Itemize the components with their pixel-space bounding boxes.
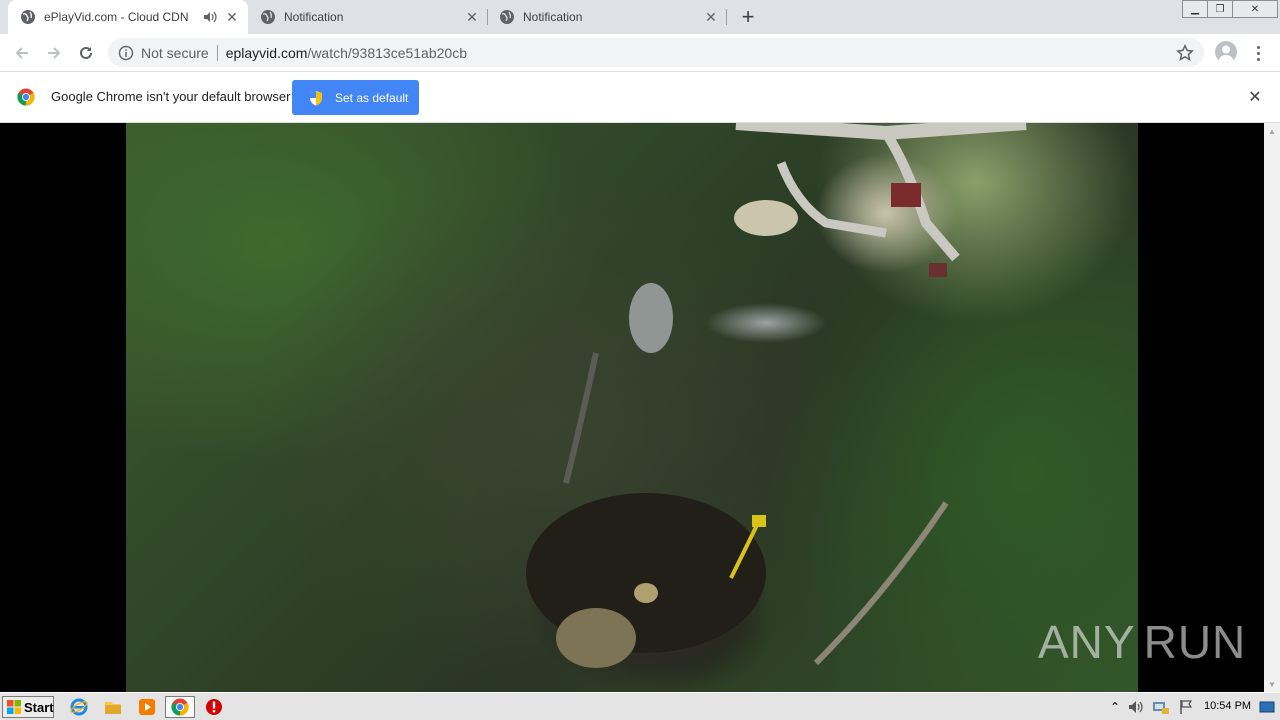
globe-icon — [499, 9, 515, 25]
tray-expand-icon[interactable]: ⌃ — [1108, 697, 1122, 717]
watermark-right-text: RUN — [1143, 616, 1247, 668]
set-as-default-label: Set as default — [335, 90, 409, 105]
globe-icon — [260, 9, 276, 25]
address-bar[interactable]: Not secure eplayvid.com/watch/93813ce51a… — [108, 38, 1204, 67]
windows-logo-icon — [6, 699, 22, 715]
forward-button[interactable] — [42, 41, 66, 65]
new-tab-button[interactable]: + — [736, 4, 760, 29]
reload-button[interactable] — [74, 41, 98, 65]
globe-icon — [20, 9, 36, 25]
internet-explorer-icon[interactable] — [68, 697, 90, 717]
scroll-up-icon[interactable]: ▲ — [1264, 123, 1280, 139]
info-icon[interactable] — [118, 45, 134, 61]
menu-dot — [1256, 51, 1260, 55]
minimize-button[interactable]: ▁ — [1182, 0, 1208, 18]
menu-button[interactable] — [1250, 41, 1266, 65]
opera-warning-icon[interactable] — [203, 697, 225, 717]
show-desktop-icon[interactable] — [1258, 697, 1276, 717]
media-player-icon[interactable] — [136, 697, 158, 717]
url-path: /watch/93813ce51ab20cb — [307, 44, 467, 61]
arrow-left-icon — [15, 47, 28, 59]
menu-dot — [1256, 57, 1260, 61]
aerial-landscape-image — [526, 123, 1027, 668]
close-icon[interactable]: ✕ — [703, 9, 719, 25]
profile-avatar[interactable] — [1215, 41, 1237, 63]
toolbar: Not secure eplayvid.com/watch/93813ce51a… — [0, 34, 1280, 72]
close-icon[interactable]: ✕ — [464, 9, 480, 25]
tab-title: Notification — [284, 10, 344, 24]
anyrun-watermark: ANY RUN — [1038, 610, 1245, 674]
security-label[interactable]: Not secure — [141, 45, 209, 61]
start-label: Start — [24, 699, 54, 715]
window-controls: ▁ ❐ ✕ — [1182, 0, 1278, 18]
video-player[interactable] — [126, 123, 1138, 692]
page-content: ANY RUN — [0, 123, 1264, 692]
uac-shield-icon — [309, 90, 323, 106]
arrow-right-icon — [48, 47, 61, 59]
page-scrollbar[interactable]: ▲ ▼ — [1264, 123, 1280, 692]
speaker-icon[interactable] — [202, 9, 218, 25]
scroll-down-icon[interactable]: ▼ — [1264, 676, 1280, 692]
windows-taskbar: Start ⌃ 10:54 PM — [0, 692, 1280, 720]
network-icon[interactable] — [1150, 697, 1172, 717]
default-browser-infobar: Google Chrome isn't your default browser… — [0, 72, 1280, 123]
reload-icon — [80, 46, 92, 59]
tab-title: ePlayVid.com - Cloud CDN — [44, 10, 189, 24]
start-button[interactable]: Start — [2, 696, 54, 718]
menu-dot — [1256, 45, 1260, 49]
chrome-logo-icon — [17, 88, 35, 106]
infobar-message: Google Chrome isn't your default browser — [51, 89, 291, 104]
tab-separator — [726, 9, 727, 25]
watermark-left-text: ANY — [1038, 616, 1136, 668]
action-center-flag-icon[interactable] — [1176, 697, 1196, 717]
chrome-icon — [171, 698, 189, 716]
tab-strip: ePlayVid.com - Cloud CDN ✕ Notification … — [0, 0, 1280, 34]
person-icon — [1219, 45, 1233, 63]
restore-button[interactable]: ❐ — [1207, 0, 1233, 18]
back-button[interactable] — [10, 41, 34, 65]
tab-notification-2[interactable]: Notification ✕ — [487, 0, 727, 34]
window-close-button[interactable]: ✕ — [1232, 0, 1278, 18]
infobar-close-icon[interactable]: ✕ — [1247, 89, 1263, 106]
taskbar-clock: 10:54 PM — [1204, 700, 1252, 712]
tab-eplayvid[interactable]: ePlayVid.com - Cloud CDN ✕ — [8, 0, 248, 34]
volume-icon[interactable] — [1126, 697, 1146, 717]
bookmark-star-icon[interactable] — [1176, 44, 1194, 62]
tab-notification-1[interactable]: Notification ✕ — [248, 0, 488, 34]
close-icon[interactable]: ✕ — [224, 9, 240, 25]
file-explorer-icon[interactable] — [102, 697, 124, 717]
tab-title: Notification — [523, 10, 583, 24]
url-host: eplayvid.com — [225, 44, 308, 61]
omnibox-divider — [216, 44, 218, 61]
set-as-default-button[interactable]: Set as default — [292, 80, 419, 115]
chrome-taskbar-button[interactable] — [165, 696, 195, 718]
